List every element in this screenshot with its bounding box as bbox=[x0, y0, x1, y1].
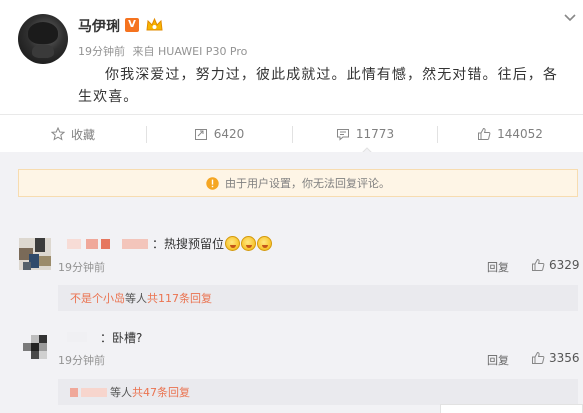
emoji-icon bbox=[225, 236, 241, 251]
post-text: 你我深爱过，努力过，彼此成就过。此情有憾，然无对错。往后，各生欢喜。 bbox=[78, 67, 558, 105]
comment-like-button[interactable]: 3356 bbox=[531, 351, 580, 365]
comment-like-count: 6329 bbox=[549, 258, 580, 272]
repost-icon bbox=[194, 129, 207, 140]
reply-button[interactable]: 回复 bbox=[487, 352, 509, 368]
post-source: 来自 HUAWEI P30 Pro bbox=[132, 45, 248, 58]
comment-body: ：热搜预留位 bbox=[152, 237, 225, 251]
avatar[interactable] bbox=[18, 14, 68, 64]
comment-time: 19分钟前 bbox=[58, 354, 105, 367]
sub-reply-text: 等人 bbox=[110, 386, 132, 399]
username-blur bbox=[67, 239, 81, 249]
warning-icon bbox=[206, 176, 219, 190]
post-time[interactable]: 19分钟前 bbox=[78, 45, 125, 58]
comment-like-button[interactable]: 6329 bbox=[531, 258, 580, 272]
comment-text: ：卧槽? bbox=[100, 331, 143, 345]
emoji-icon bbox=[257, 236, 273, 251]
like-count: 144052 bbox=[497, 127, 543, 141]
star-icon bbox=[50, 127, 65, 141]
crown-icon bbox=[146, 17, 163, 31]
repost-button[interactable]: 6420 bbox=[146, 115, 292, 153]
comment-count: 11773 bbox=[355, 127, 395, 141]
comment-icon bbox=[336, 129, 349, 141]
username[interactable]: 马伊琍 bbox=[78, 16, 120, 36]
verified-icon: V bbox=[125, 18, 139, 32]
comment-like-count: 3356 bbox=[549, 351, 580, 365]
thumbs-up-icon bbox=[532, 351, 545, 364]
reply-disabled-notice: 由于用户设置，你无法回复评论。 bbox=[18, 169, 578, 197]
like-button[interactable]: 144052 bbox=[437, 115, 583, 153]
commenter-avatar[interactable] bbox=[19, 333, 51, 365]
username-blur bbox=[67, 332, 87, 342]
username-blur bbox=[101, 239, 110, 249]
sub-replies[interactable]: 不是个小岛 等人 共117条回复 bbox=[58, 285, 578, 311]
reply-button[interactable]: 回复 bbox=[487, 259, 509, 275]
comment-time: 19分钟前 bbox=[58, 261, 105, 274]
sub-replies[interactable]: 等人 共47条回复 bbox=[58, 379, 578, 405]
post-meta: 19分钟前 来自 HUAWEI P30 Pro bbox=[78, 43, 247, 59]
emoji-icon bbox=[241, 236, 257, 251]
thumbs-up-icon bbox=[478, 127, 491, 140]
notice-text: 由于用户设置，你无法回复评论。 bbox=[225, 177, 390, 190]
chevron-down-icon[interactable] bbox=[563, 12, 577, 24]
weibo-post: 马伊琍 V 19分钟前 来自 HUAWEI P30 Pro 你我深爱过，努力过，… bbox=[0, 0, 583, 113]
post-action-bar: 收藏 6420 11773 144052 bbox=[0, 114, 583, 152]
favorite-button[interactable]: 收藏 bbox=[0, 115, 146, 153]
username-blur bbox=[81, 387, 107, 397]
favorite-label: 收藏 bbox=[70, 127, 95, 142]
comments-section: 由于用户设置，你无法回复评论。 bbox=[0, 152, 583, 413]
comment-text: ：热搜预留位 bbox=[152, 235, 273, 252]
sub-reply-count-link[interactable]: 共47条回复 bbox=[132, 384, 190, 400]
commenter-avatar[interactable] bbox=[19, 238, 51, 270]
overlay-panel-edge bbox=[440, 404, 583, 413]
username-blur bbox=[70, 387, 78, 397]
thumbs-up-icon bbox=[532, 258, 545, 271]
username-blur bbox=[122, 239, 148, 249]
repost-count: 6420 bbox=[213, 127, 245, 141]
sub-reply-text: 等人 bbox=[125, 292, 147, 305]
username-blur bbox=[86, 239, 98, 249]
sub-reply-count-link[interactable]: 共117条回复 bbox=[147, 290, 212, 306]
sub-reply-user[interactable]: 不是个小岛 bbox=[70, 290, 125, 306]
